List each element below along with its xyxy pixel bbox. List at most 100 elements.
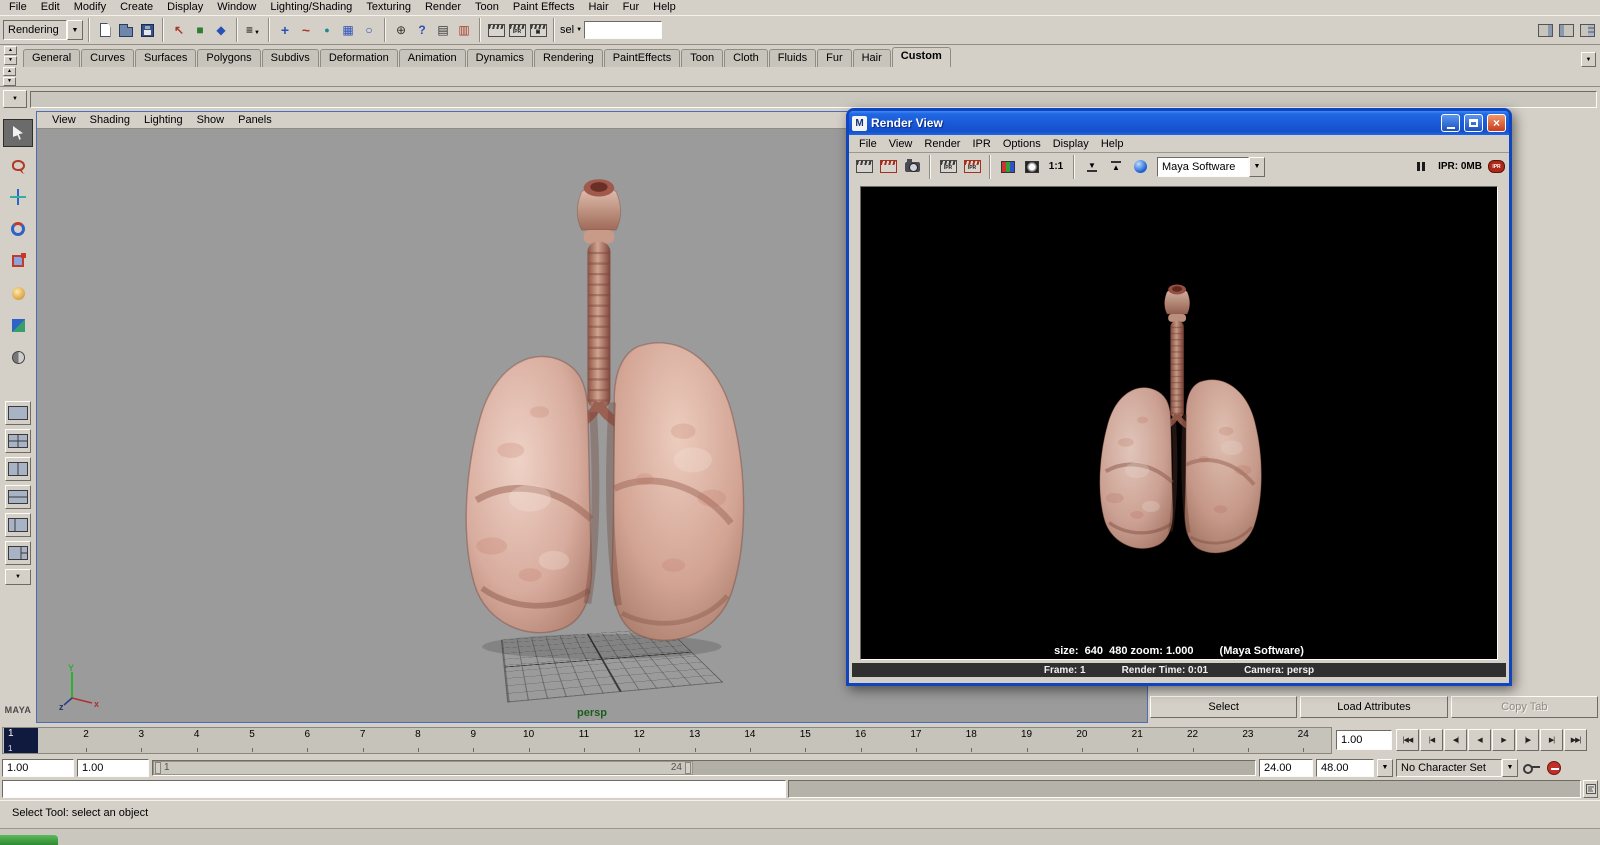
renderer-dropdown-icon[interactable]: ▼ bbox=[1249, 156, 1265, 177]
menu-item[interactable]: Display bbox=[160, 0, 210, 15]
shelf-tab-curves[interactable]: Curves bbox=[81, 49, 134, 67]
viewport-menu-item[interactable]: Shading bbox=[83, 112, 137, 129]
time-slider-frame[interactable]: 7 bbox=[335, 728, 390, 753]
time-slider-frame[interactable]: 10 bbox=[501, 728, 556, 753]
render-view-titlebar[interactable]: M Render View × bbox=[849, 111, 1509, 135]
menu-item[interactable]: Hair bbox=[581, 0, 615, 15]
layout-single-pane-button[interactable] bbox=[5, 401, 31, 425]
time-slider-frame[interactable]: 23 bbox=[1220, 728, 1275, 753]
time-slider-frame[interactable]: 17 bbox=[888, 728, 943, 753]
menu-item[interactable]: Edit bbox=[34, 0, 67, 15]
render-settings-button[interactable]: ▣ bbox=[528, 19, 548, 41]
menu-item[interactable]: Texturing bbox=[359, 0, 418, 15]
time-slider-frame[interactable]: 15 bbox=[778, 728, 833, 753]
viewport-menu-item[interactable]: Lighting bbox=[137, 112, 190, 129]
selection-mask-menu-button[interactable]: ≡▼ bbox=[243, 19, 263, 41]
display-real-size-button[interactable]: 1:1 bbox=[1045, 156, 1067, 177]
time-slider-frame[interactable]: 4 bbox=[169, 728, 224, 753]
shelf-tab-fluids[interactable]: Fluids bbox=[768, 49, 817, 67]
shelf-tab-custom[interactable]: Custom bbox=[891, 47, 951, 67]
time-slider-frame[interactable]: 13 bbox=[667, 728, 722, 753]
menu-item[interactable]: File bbox=[2, 0, 34, 15]
shelf-tab-surfaces[interactable]: Surfaces bbox=[134, 49, 197, 67]
show-manipulator-tool-button[interactable] bbox=[3, 311, 33, 339]
step-forward-one-key-button[interactable]: |▶ bbox=[1516, 729, 1539, 751]
lasso-select-tool-button[interactable] bbox=[3, 151, 33, 179]
shelf-tab-polygons[interactable]: Polygons bbox=[197, 49, 261, 67]
last-tool-used-button[interactable] bbox=[3, 343, 33, 371]
layout-shortcuts-menu-button[interactable]: ▼ bbox=[5, 569, 31, 585]
menu-set-selector[interactable]: Rendering ▼ bbox=[3, 20, 83, 40]
layout-two-pane-stacked-button[interactable] bbox=[5, 485, 31, 509]
move-tool-button[interactable] bbox=[3, 183, 33, 211]
open-render-globals-button[interactable] bbox=[1129, 156, 1151, 177]
select-component-mode-button[interactable]: ◆ bbox=[211, 19, 231, 41]
snapshot-button[interactable] bbox=[901, 156, 923, 177]
time-slider-frame[interactable]: 24 bbox=[1276, 728, 1331, 753]
animation-end-field[interactable] bbox=[1316, 758, 1374, 777]
animation-start-field[interactable] bbox=[2, 758, 74, 777]
time-slider-frame[interactable]: 3 bbox=[114, 728, 169, 753]
select-object-mode-button[interactable]: ■ bbox=[190, 19, 210, 41]
menu-set-value[interactable]: Rendering bbox=[3, 20, 67, 40]
render-view-menu-item[interactable]: Help bbox=[1095, 135, 1130, 153]
select-tool-button[interactable] bbox=[3, 119, 33, 147]
snap-to-points-button[interactable]: ● bbox=[317, 19, 337, 41]
new-scene-button[interactable] bbox=[95, 19, 115, 41]
select-button[interactable]: Select bbox=[1150, 696, 1298, 718]
layout-two-pane-side-button[interactable] bbox=[5, 457, 31, 481]
shelf-tab-fur[interactable]: Fur bbox=[817, 49, 852, 67]
close-button[interactable]: × bbox=[1487, 114, 1506, 132]
snap-to-grids-button[interactable]: + bbox=[275, 19, 295, 41]
pause-ipr-button[interactable] bbox=[1410, 156, 1432, 177]
list-input-connections-button[interactable]: ▤ bbox=[433, 19, 453, 41]
renderer-value[interactable]: Maya Software bbox=[1157, 156, 1249, 177]
shelf-scroll-down-button[interactable]: ▼ bbox=[3, 77, 16, 86]
layout-side-column-button[interactable] bbox=[5, 513, 31, 537]
menu-item[interactable]: Help bbox=[646, 0, 683, 15]
quick-select-input[interactable] bbox=[584, 21, 663, 39]
menu-item[interactable]: Window bbox=[210, 0, 263, 15]
remove-image-button[interactable]: ▲ bbox=[1105, 156, 1127, 177]
keep-image-button[interactable]: ▼ bbox=[1081, 156, 1103, 177]
shelf-tab-general[interactable]: General bbox=[23, 49, 81, 67]
toggle-channel-box-button[interactable] bbox=[1577, 19, 1597, 41]
character-set-selector[interactable]: No Character Set ▼ bbox=[1396, 758, 1518, 777]
render-view-menu-item[interactable]: IPR bbox=[966, 135, 996, 153]
quick-help-button[interactable]: ? bbox=[412, 19, 432, 41]
list-output-connections-button[interactable]: ▥ bbox=[454, 19, 474, 41]
range-slider-track[interactable]: 1 24 bbox=[152, 759, 1256, 776]
shelf-scroll-up-button[interactable]: ▲ bbox=[3, 67, 16, 76]
time-slider-frame[interactable]: 18 bbox=[944, 728, 999, 753]
maximize-button[interactable] bbox=[1464, 114, 1483, 132]
ipr-render-current-frame-button[interactable]: IPR bbox=[507, 19, 527, 41]
time-slider-frame[interactable]: 5 bbox=[224, 728, 279, 753]
menu-item[interactable]: Create bbox=[113, 0, 160, 15]
make-live-button[interactable]: ○ bbox=[359, 19, 379, 41]
menu-item[interactable]: Toon bbox=[468, 0, 506, 15]
time-slider[interactable]: 1234567891011121314151617181920212223241… bbox=[2, 726, 1332, 754]
redo-render-button[interactable] bbox=[853, 156, 875, 177]
redo-previous-ipr-render-button[interactable]: IPR bbox=[961, 156, 983, 177]
shelf-tab-rendering[interactable]: Rendering bbox=[533, 49, 603, 67]
ipr-render-button[interactable]: IPR bbox=[937, 156, 959, 177]
quick-select-dropdown-icon[interactable]: ▼ bbox=[576, 27, 582, 33]
viewport-menu-item[interactable]: Panels bbox=[231, 112, 279, 129]
shelf-tab-hair[interactable]: Hair bbox=[852, 49, 891, 67]
soft-modification-tool-button[interactable] bbox=[3, 279, 33, 307]
menu-item[interactable]: Modify bbox=[67, 0, 113, 15]
menu-item[interactable]: Fur bbox=[616, 0, 647, 15]
time-slider-frame[interactable]: 6 bbox=[280, 728, 335, 753]
snap-to-curves-button[interactable]: ~ bbox=[296, 19, 316, 41]
select-hierarchy-mode-button[interactable]: ↖ bbox=[169, 19, 189, 41]
render-view-menu-item[interactable]: View bbox=[883, 135, 919, 153]
rgb-channels-button[interactable] bbox=[997, 156, 1019, 177]
save-scene-button[interactable] bbox=[137, 19, 157, 41]
time-slider-frame[interactable]: 19 bbox=[999, 728, 1054, 753]
load-attributes-button[interactable]: Load Attributes bbox=[1300, 696, 1448, 718]
play-forwards-button[interactable]: ▶ bbox=[1492, 729, 1515, 751]
step-back-one-key-button[interactable]: ◀| bbox=[1444, 729, 1467, 751]
time-slider-frame[interactable]: 21 bbox=[1110, 728, 1165, 753]
shelf-tab-deformation[interactable]: Deformation bbox=[319, 49, 398, 67]
step-forward-one-frame-button[interactable]: ▶| bbox=[1540, 729, 1563, 751]
